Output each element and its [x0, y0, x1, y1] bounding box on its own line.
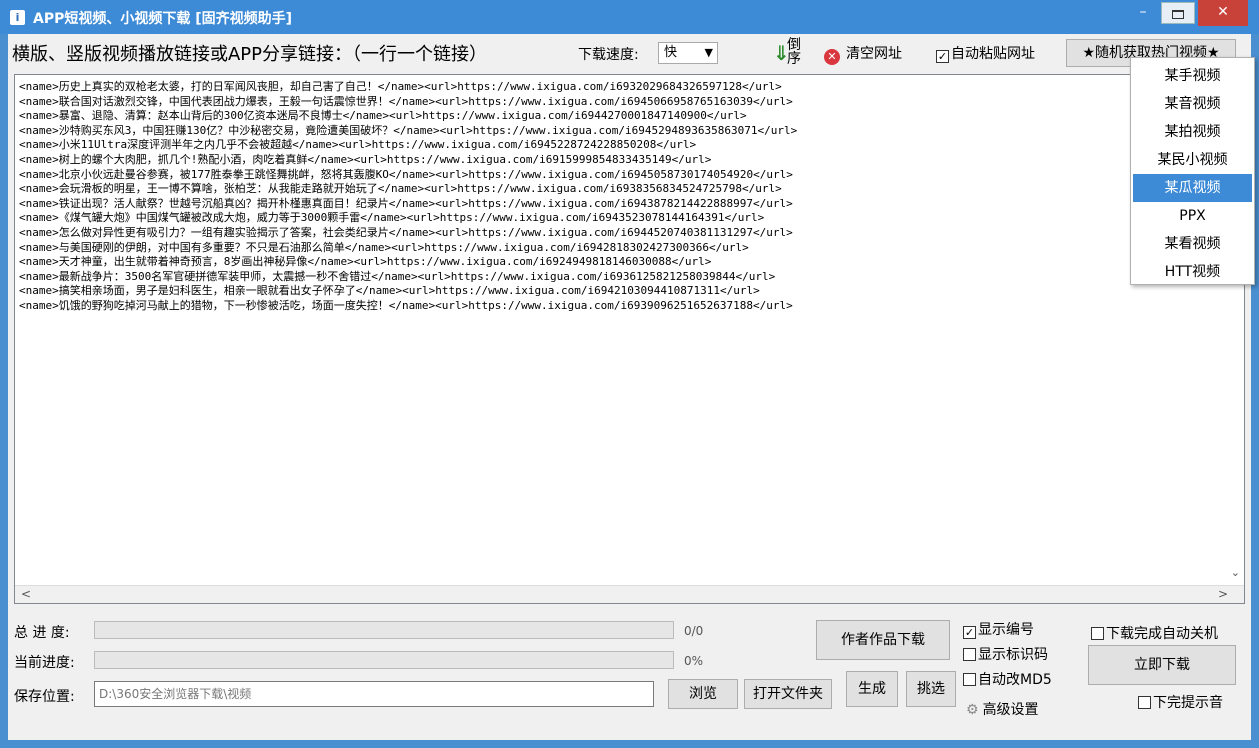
generate-button[interactable]: 生成 [846, 671, 898, 707]
total-progress-bar [94, 621, 674, 639]
browse-button[interactable]: 浏览 [668, 679, 738, 709]
scroll-right-icon[interactable]: > [1218, 587, 1228, 601]
window-title: APP短视频、小视频下载 [固齐视频助手] [33, 11, 293, 27]
close-button[interactable]: ✕ [1198, 0, 1248, 26]
link-line: <name>最新战争片：3500名军官硬拼德军装甲师，太震撼一秒不舍错过</na… [19, 269, 776, 283]
link-line: <name>饥饿的野狗吃掉河马献上的猎物，下一秒惨被活吃，场面一度失控！</na… [19, 298, 793, 312]
link-line: <name>搞笑相亲场面，男子是妇科医生，相亲一眼就看出女子怀孕了</name>… [19, 284, 760, 298]
menu-item[interactable]: HTT视频 [1133, 258, 1252, 286]
gear-icon: ⚙ [966, 702, 979, 718]
title-bar[interactable]: i APP短视频、小视频下载 [固齐视频助手] – ✕ [0, 0, 1259, 34]
checkbox-icon: ✓ [963, 626, 976, 639]
finish-sound-label: 下完提示音 [1153, 695, 1223, 711]
author-works-download-button[interactable]: 作者作品下载 [816, 620, 950, 660]
menu-item[interactable]: PPX [1133, 202, 1252, 230]
link-line: <name>沙特购买东风3，中国狂赚130亿？中沙秘密交易，竟险遭美国破坏？</… [19, 123, 798, 137]
save-path-input[interactable]: D:\360安全浏览器下载\视频 [94, 681, 654, 707]
scroll-down-icon[interactable]: ⌄ [1231, 566, 1240, 579]
menu-item[interactable]: 某看视频 [1133, 230, 1252, 258]
scroll-left-icon[interactable]: < [21, 587, 31, 601]
chevron-down-icon: ▼ [704, 46, 713, 59]
speed-value: 快 [664, 45, 678, 60]
save-location-label: 保存位置: [14, 689, 75, 705]
checkbox-icon [1091, 627, 1104, 640]
hot-video-source-menu: 某手视频 某音视频 某拍视频 某民小视频 某瓜视频 PPX 某看视频 HTT视频 [1130, 57, 1255, 285]
link-line: <name>树上的螺个大肉肥，抓几个!熟配小酒，肉吃着真鲜</name><url… [19, 152, 712, 166]
clear-icon: ✕ [824, 49, 840, 65]
menu-item[interactable]: 某音视频 [1133, 90, 1252, 118]
maximize-icon [1172, 10, 1184, 19]
auto-md5-checkbox[interactable]: 自动改MD5 [963, 669, 1052, 689]
link-line: <name>历史上真实的双枪老太婆，打的日军闻风丧胆，却自己害了自己！</nam… [19, 80, 782, 93]
horizontal-scrollbar[interactable]: < > [15, 585, 1244, 603]
download-now-button[interactable]: 立即下载 [1088, 645, 1236, 685]
link-line: <name>铁证出现？活人献祭？世越号沉船真凶？揭开朴槿惠真面目！纪录片</na… [19, 196, 793, 210]
auto-paste-label: 自动粘贴网址 [951, 46, 1035, 62]
show-id-checkbox[interactable]: 显示标识码 [963, 644, 1048, 664]
current-progress-label: 当前进度: [14, 655, 75, 671]
clear-urls-button[interactable]: ✕ 清空网址 [824, 43, 902, 65]
pick-button[interactable]: 挑选 [906, 671, 956, 707]
reverse-order-label: 倒序 [787, 37, 801, 67]
total-progress-value: 0/0 [684, 624, 704, 638]
link-line: <name>联合国对话激烈交锋，中国代表团战力爆表，王毅一句话震惊世界！</na… [19, 94, 793, 108]
menu-item[interactable]: 某瓜视频 [1133, 174, 1252, 202]
auto-md5-label: 自动改MD5 [978, 672, 1052, 688]
main-panel: 横版、竖版视频播放链接或APP分享链接：（一行一个链接） 下载速度: 快 ▼ ⇓… [8, 34, 1251, 740]
reverse-order-button[interactable]: ⇓ 倒序 [773, 37, 809, 69]
auto-shutdown-checkbox[interactable]: 下载完成自动关机 [1091, 623, 1218, 643]
checkbox-icon [963, 648, 976, 661]
link-line: <name>与美国硬刚的伊朗，对中国有多重要？不只是石油那么简单</name><… [19, 240, 749, 254]
current-progress-bar [94, 651, 674, 669]
app-window: i APP短视频、小视频下载 [固齐视频助手] – ✕ 横版、竖版视频播放链接或… [0, 0, 1259, 748]
link-line: <name>《煤气罐大炮》中国煤气罐被改成大炮，威力等于3000颗手雷</nam… [19, 211, 765, 225]
current-progress-value: 0% [684, 654, 704, 668]
links-textarea[interactable]: <name>历史上真实的双枪老太婆，打的日军闻风丧胆，却自己害了自己！</nam… [14, 74, 1245, 604]
link-line: <name>会玩滑板的明星，王一博不算啥，张柏芝：从我能走路就开始玩了</nam… [19, 182, 782, 196]
link-line: <name>天才神童，出生就带着神奇预言，8岁画出神秘异像</name><url… [19, 255, 712, 269]
advanced-settings-button[interactable]: ⚙ 高级设置 [966, 699, 1039, 719]
links-list: <name>历史上真实的双枪老太婆，打的日军闻风丧胆，却自己害了自己！</nam… [19, 80, 797, 314]
minimize-button[interactable]: – [1130, 0, 1156, 26]
menu-item[interactable]: 某手视频 [1133, 62, 1252, 90]
menu-item[interactable]: 某民小视频 [1133, 146, 1252, 174]
toolbar: 横版、竖版视频播放链接或APP分享链接：（一行一个链接） 下载速度: 快 ▼ ⇓… [8, 34, 1251, 70]
speed-label: 下载速度: [578, 47, 639, 63]
finish-sound-checkbox[interactable]: 下完提示音 [1138, 692, 1223, 712]
auto-paste-checkbox[interactable]: ✓ 自动粘贴网址 [936, 43, 1035, 63]
maximize-button[interactable] [1161, 2, 1195, 24]
input-hint: 横版、竖版视频播放链接或APP分享链接：（一行一个链接） [12, 44, 488, 65]
app-logo-icon: i [10, 10, 25, 25]
show-number-checkbox[interactable]: ✓ 显示编号 [963, 619, 1034, 639]
link-line: <name>怎么做对异性更有吸引力？一组有趣实验揭示了答案，社会类纪录片</na… [19, 225, 793, 239]
open-folder-button[interactable]: 打开文件夹 [744, 679, 832, 709]
link-line: <name>小米11Ultra深度评测半年之内几乎不会被超越</name><ur… [19, 138, 697, 152]
speed-select[interactable]: 快 ▼ [658, 42, 718, 64]
link-line: <name>北京小伙远赴曼谷参赛，被177胜泰拳王跳怪舞挑衅，怒将其轰腹KO</… [19, 167, 793, 181]
show-number-label: 显示编号 [978, 622, 1034, 638]
advanced-settings-label: 高级设置 [982, 702, 1039, 718]
total-progress-label: 总 进 度: [14, 625, 70, 641]
auto-shutdown-label: 下载完成自动关机 [1106, 626, 1218, 642]
clear-urls-label: 清空网址 [846, 46, 902, 62]
menu-item[interactable]: 某拍视频 [1133, 118, 1252, 146]
checkbox-icon [963, 673, 976, 686]
link-line: <name>暴富、退隐、清算：赵本山背后的300亿资本迷局不良博士</name>… [19, 109, 747, 123]
checkbox-icon: ✓ [936, 50, 949, 63]
show-id-label: 显示标识码 [978, 647, 1048, 663]
checkbox-icon [1138, 696, 1151, 709]
